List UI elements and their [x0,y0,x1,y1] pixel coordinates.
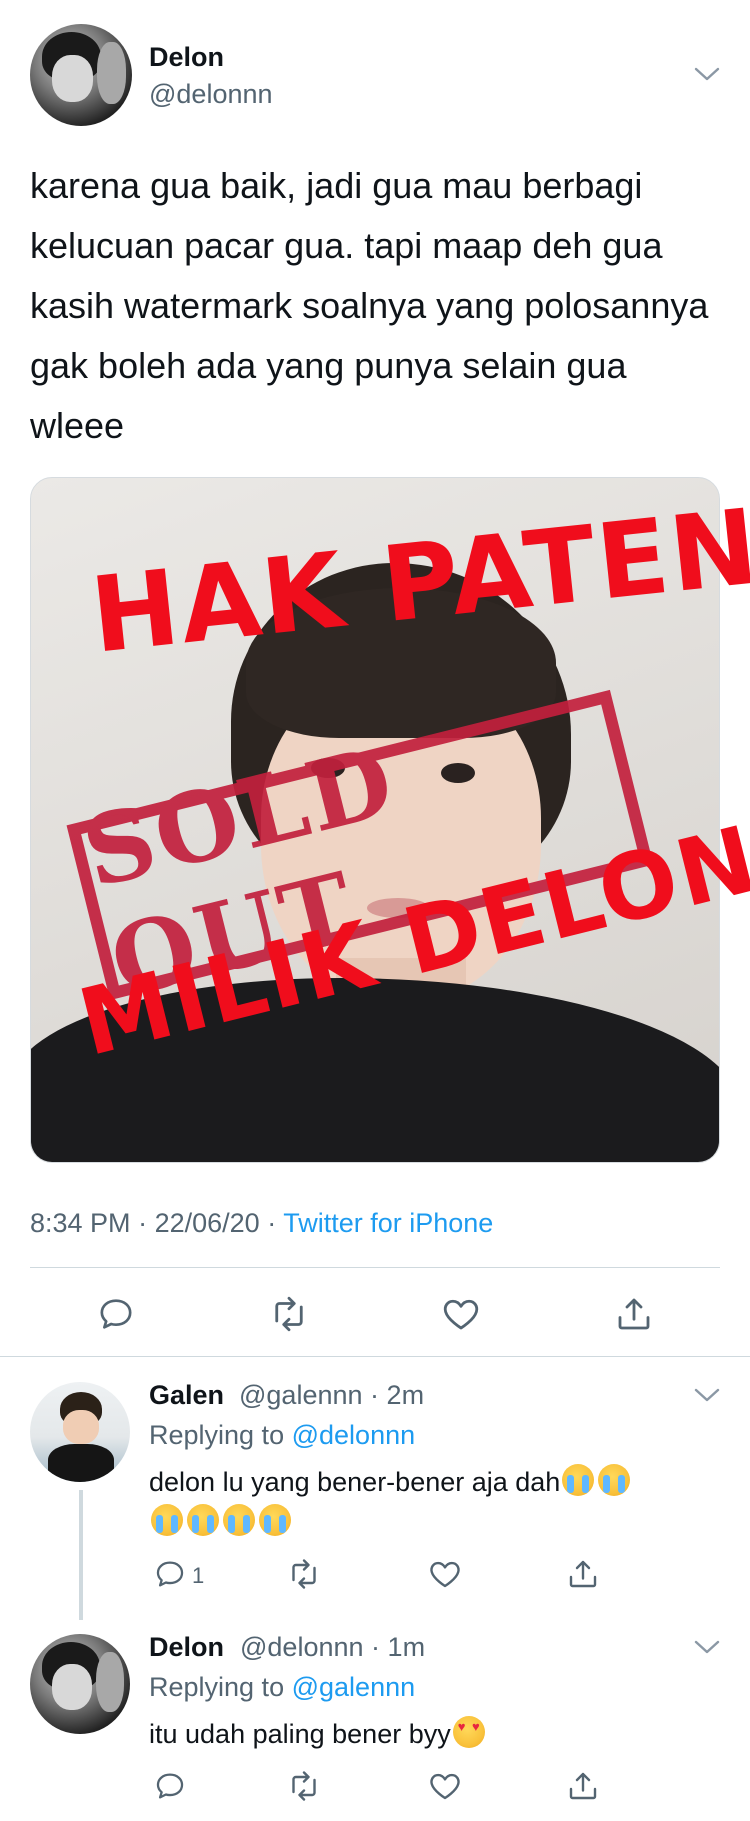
mention-link[interactable]: @delonnn [292,1420,416,1450]
reply-time: 1m [387,1632,426,1662]
heart-icon [443,1299,479,1330]
like-button[interactable] [425,1554,465,1594]
replying-to: Replying to @delonnn [149,1420,416,1450]
share-icon [569,1560,597,1588]
tweet-thread: Delon @delonnn karena gua baik, jadi gua… [0,0,750,1821]
crying-emoji-icon [598,1464,631,1496]
reply-button[interactable] [150,1554,190,1594]
author-avatar[interactable] [30,24,132,126]
replying-to: Replying to @galennn [149,1672,416,1702]
heart-eyes-emoji-icon [452,1716,485,1748]
reply-author-meta: @delonnn · 1m [240,1632,426,1662]
crying-emoji-icon [223,1504,255,1536]
reply-icon [156,1773,184,1799]
retweet-icon [292,1771,316,1801]
reply-count: 1 [192,1563,205,1588]
reply-author-handle[interactable]: @galennn [239,1380,363,1410]
crying-emoji-icon [259,1504,291,1536]
crying-emoji-icon [151,1504,183,1536]
reply-author-meta: @galennn · 2m [239,1380,425,1410]
reply-icon [156,1561,184,1587]
tweet-date: 22/06/20 [154,1208,260,1238]
tweet-time: 8:34 PM [30,1208,131,1238]
reply-icon [100,1299,132,1329]
like-button[interactable] [437,1290,485,1338]
share-button[interactable] [610,1290,658,1338]
tweet-source-link[interactable]: Twitter for iPhone [283,1208,493,1238]
retweet-icon [292,1559,316,1589]
share-button[interactable] [563,1554,603,1594]
crying-emoji-icon [562,1464,595,1496]
share-button[interactable] [563,1766,603,1806]
author-name[interactable]: Delon [149,42,224,73]
thread-connector [79,1490,83,1620]
reply-button[interactable] [92,1290,140,1338]
chevron-down-icon[interactable] [693,60,721,88]
reply-text: itu udah paling bener byy [149,1714,719,1754]
chevron-down-icon[interactable] [693,1381,721,1409]
reply-text: delon lu yang bener-bener aja dah [149,1462,719,1542]
share-icon [569,1772,597,1800]
reply-avatar[interactable] [30,1382,130,1482]
mention-link[interactable]: @galennn [292,1672,416,1702]
retweet-button[interactable] [284,1766,324,1806]
chevron-down-icon[interactable] [693,1633,721,1661]
heart-icon [430,1773,460,1800]
tweet-text: karena gua baik, jadi gua mau berbagi ke… [30,165,709,446]
reply-avatar[interactable] [30,1634,130,1734]
retweet-button[interactable] [284,1554,324,1594]
reply-author-name[interactable]: Delon [149,1632,224,1663]
reply-time: 2m [386,1380,425,1410]
retweet-button[interactable] [265,1290,313,1338]
like-button[interactable] [425,1766,465,1806]
section-divider [0,1356,750,1357]
tweet-meta: 8:34 PM · 22/06/20 · Twitter for iPhone [30,1208,494,1238]
heart-icon [430,1561,460,1588]
reply-author-handle[interactable]: @delonnn [240,1632,364,1662]
retweet-icon [275,1296,303,1332]
divider [30,1267,720,1268]
reply-button[interactable] [150,1766,190,1806]
author-handle[interactable]: @delonnn [149,79,273,110]
crying-emoji-icon [187,1504,219,1536]
reply-author-name[interactable]: Galen [149,1380,224,1411]
share-icon [618,1298,650,1330]
